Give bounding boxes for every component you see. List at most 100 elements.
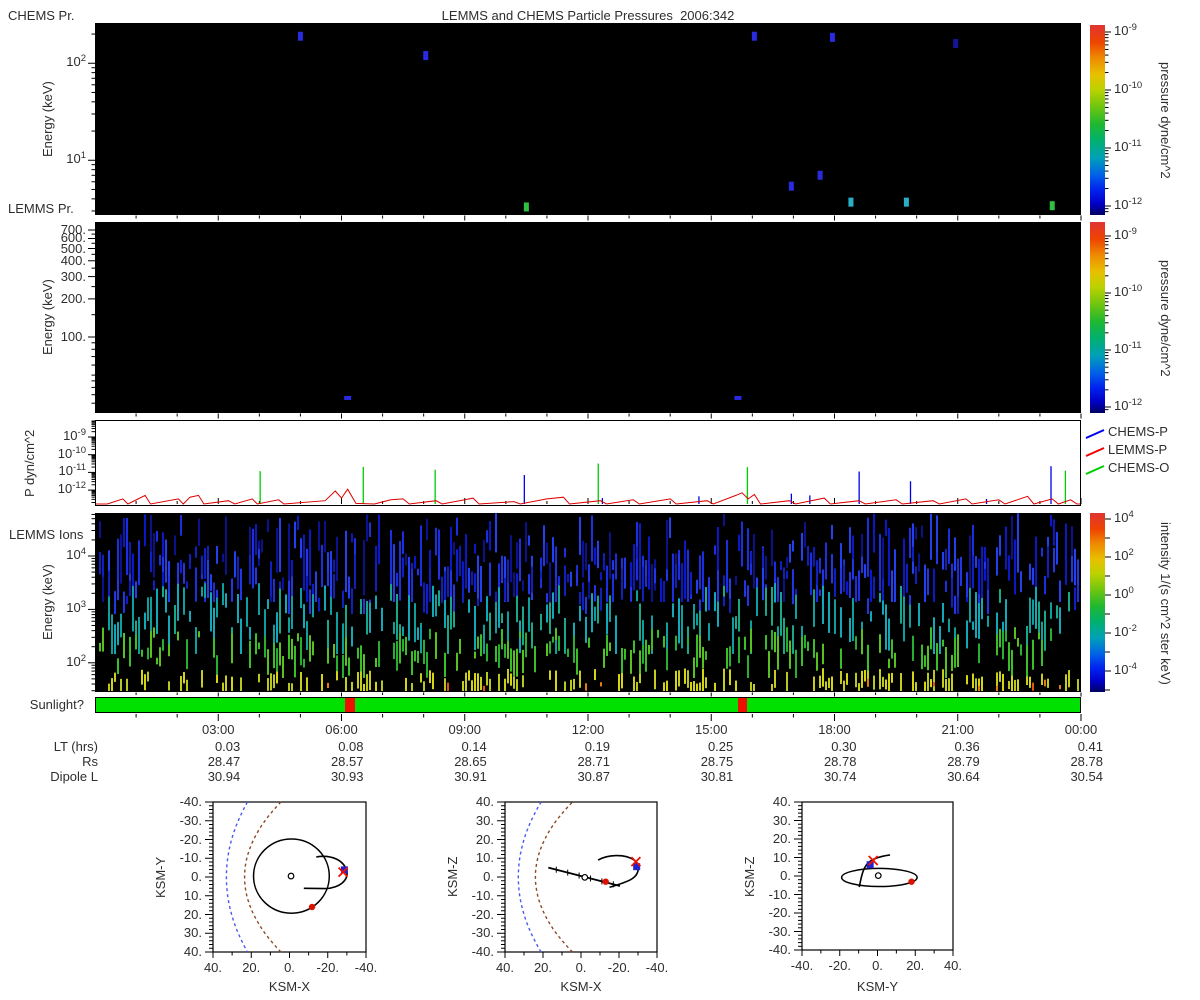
ion-streak [177,583,179,621]
ion-streak [528,597,530,632]
ion-streak [633,640,635,654]
ion-streak [183,672,185,684]
ion-streak [294,645,296,678]
ion-streak [744,636,746,650]
ion-streak [516,679,518,691]
ion-streak [333,559,335,573]
ion-streak [696,613,698,626]
spectrogram-dot [523,202,529,212]
ion-streak [1044,679,1046,687]
ion-streak [843,564,845,592]
ion-streak [918,603,920,627]
ion-streak [747,655,749,678]
row-label-rs: Rs [82,754,98,769]
ion-streak [411,683,413,691]
ion-streak [702,646,704,669]
ion-streak [567,648,569,657]
ion-streak [693,604,695,630]
ion-streak [141,669,143,685]
ion-streak [1059,685,1061,690]
ion-streak [882,676,884,687]
plot-canvas: LEMMS and CHEMS Particle Pressures 2006:… [0,0,1200,1000]
ephemeris-value: 30.93 [330,769,364,784]
ion-streak [531,622,533,649]
ion-streak [120,613,122,638]
ion-streak [486,671,488,686]
ion-streak [801,636,803,666]
ion-streak [624,648,626,660]
ion-streak [225,675,227,691]
ion-streak [1008,680,1010,690]
ion-streak [366,601,368,635]
ion-streak [489,612,491,641]
ion-streak [258,583,260,616]
ion-streak [750,628,752,653]
ion-streak [102,554,104,577]
ion-streak [336,536,338,582]
ion-streak [273,578,275,602]
ion-streak [375,681,377,691]
p3-ytick-label: 10-9 [63,427,86,443]
legend-swatch [1085,447,1105,457]
ion-streak [816,560,818,585]
ion-streak [165,539,167,583]
orbit-ytick-label: -40. [179,794,202,809]
ion-streak [729,669,731,686]
ion-streak [642,644,644,664]
ion-streak [603,558,605,571]
lemms-pressure-label: LEMMS Pr. [8,201,74,216]
ion-streak [378,641,380,667]
ion-streak [522,649,524,674]
orbit-ytick-label: -10. [179,850,202,866]
ephemeris-value: 28.71 [577,754,610,769]
ion-streak [690,572,692,595]
magnetopause-curve [534,801,574,953]
ion-streak [813,676,815,691]
ion-streak [1053,547,1055,573]
ion-streak [408,595,410,641]
ion-streak [312,594,314,618]
ephemeris-value: 30.91 [454,769,487,784]
ion-streak [501,613,503,623]
ion-streak [342,655,344,678]
ion-streak [921,525,923,538]
ion-streak [987,589,989,614]
ion-streak [582,582,584,611]
ion-streak [855,672,857,688]
ion-streak [435,527,437,556]
ion-streak [846,673,848,685]
ion-streak [255,633,257,655]
ion-streak [318,521,320,551]
ion-streak [306,677,308,691]
ion-streak [540,613,542,631]
ion-streak [915,566,917,585]
ion-streak [735,616,737,629]
ion-streak [1029,563,1031,581]
cb4-tick-label: 104 [1114,509,1134,525]
ion-streak [147,671,149,682]
p4-ytick-label: 103 [66,599,86,616]
ion-streak [648,644,650,655]
ion-streak [534,646,536,673]
ephemeris-value: 0.03 [214,739,241,754]
ion-streak [1032,599,1034,625]
ion-streak [141,649,143,657]
ion-streak [342,623,344,654]
ion-streak [726,647,728,669]
ion-streak [216,597,218,618]
spectrogram-dot [297,31,303,41]
ion-streak [462,680,464,691]
ion-streak [1020,644,1022,656]
p1-ytick-label: 102 [66,53,86,70]
ion-streak [858,683,860,691]
ion-streak [678,598,680,644]
ion-streak [786,671,788,691]
ion-streak [972,555,974,589]
orbit-ytick-label: 30. [772,812,791,828]
ion-streak [1017,513,1019,573]
ion-streak [123,632,125,659]
ion-streak [156,657,158,665]
ion-streak [924,655,926,667]
cb4-tick-label: 10-2 [1114,623,1137,639]
spectrogram-dot [848,197,854,207]
